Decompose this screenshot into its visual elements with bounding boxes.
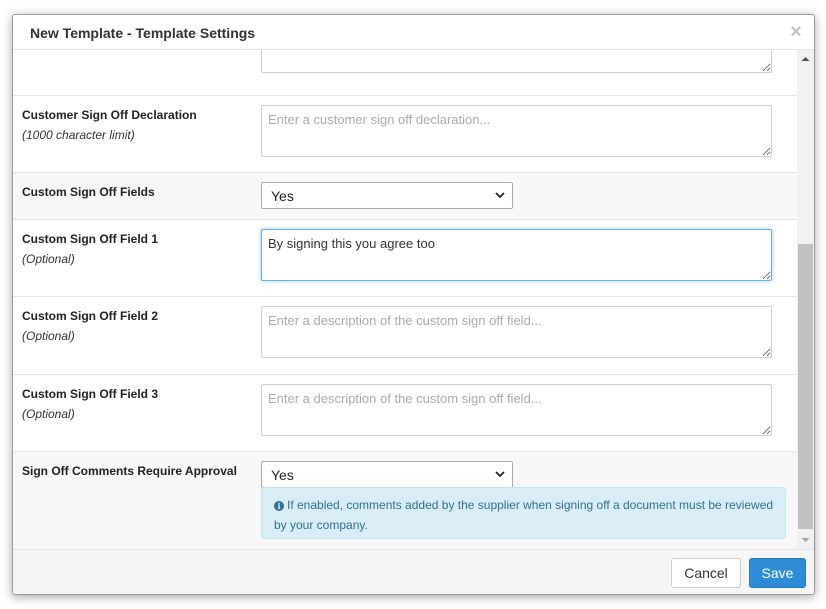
row-custom-fields: Custom Sign Off Fields Yes [13,173,797,220]
template-settings-modal: New Template - Template Settings × Custo… [12,14,815,595]
field-2-sublabel: (Optional) [22,329,75,343]
modal-footer: Cancel Save [13,549,814,594]
approval-info-text: If enabled, comments added by the suppli… [274,498,774,532]
scroll-down-icon[interactable] [797,532,814,549]
info-circle-icon: i [274,501,284,511]
approval-info-alert: i If enabled, comments added by the suppl… [261,487,786,539]
customer-declaration-sublabel: (1000 character limit) [22,128,135,142]
custom-fields-label: Custom Sign Off Fields [22,185,155,199]
approval-select-value: Yes [271,467,294,483]
field-1-textarea[interactable]: By signing this you agree too [261,229,772,281]
cancel-button[interactable]: Cancel [671,558,741,588]
previous-field-row [13,50,797,96]
field-3-label: Custom Sign Off Field 3 [22,387,159,401]
scrollbar[interactable] [797,50,814,549]
field-3-sublabel: (Optional) [22,407,75,421]
custom-fields-select[interactable]: Yes [261,182,513,209]
field-2-textarea[interactable] [261,306,772,358]
field-3-textarea[interactable] [261,384,772,436]
row-custom-field-1: Custom Sign Off Field 1 (Optional) By si… [13,220,797,297]
field-2-label: Custom Sign Off Field 2 [22,309,159,323]
scroll-up-icon[interactable] [797,50,814,67]
modal-title: New Template - Template Settings [30,25,256,41]
row-custom-field-3: Custom Sign Off Field 3 (Optional) [13,375,797,452]
approval-info-content: i If enabled, comments added by the suppl… [274,495,774,535]
approval-label: Sign Off Comments Require Approval [22,464,237,478]
field-1-label: Custom Sign Off Field 1 [22,232,159,246]
field-1-sublabel: (Optional) [22,252,75,266]
previous-textarea[interactable] [261,50,772,73]
row-custom-field-2: Custom Sign Off Field 2 (Optional) [13,297,797,375]
modal-body: Customer Sign Off Declaration (1000 char… [13,50,797,549]
modal-header: New Template - Template Settings × [13,15,814,50]
customer-declaration-textarea[interactable] [261,105,772,157]
customer-declaration-label: Customer Sign Off Declaration [22,108,197,122]
scrollbar-thumb[interactable] [798,244,813,529]
close-icon[interactable]: × [786,22,806,42]
chevron-down-icon [495,192,505,199]
approval-select[interactable]: Yes [261,461,513,488]
row-customer-declaration: Customer Sign Off Declaration (1000 char… [13,96,797,173]
save-button[interactable]: Save [749,558,806,588]
chevron-down-icon [495,471,505,478]
custom-fields-select-value: Yes [271,188,294,204]
